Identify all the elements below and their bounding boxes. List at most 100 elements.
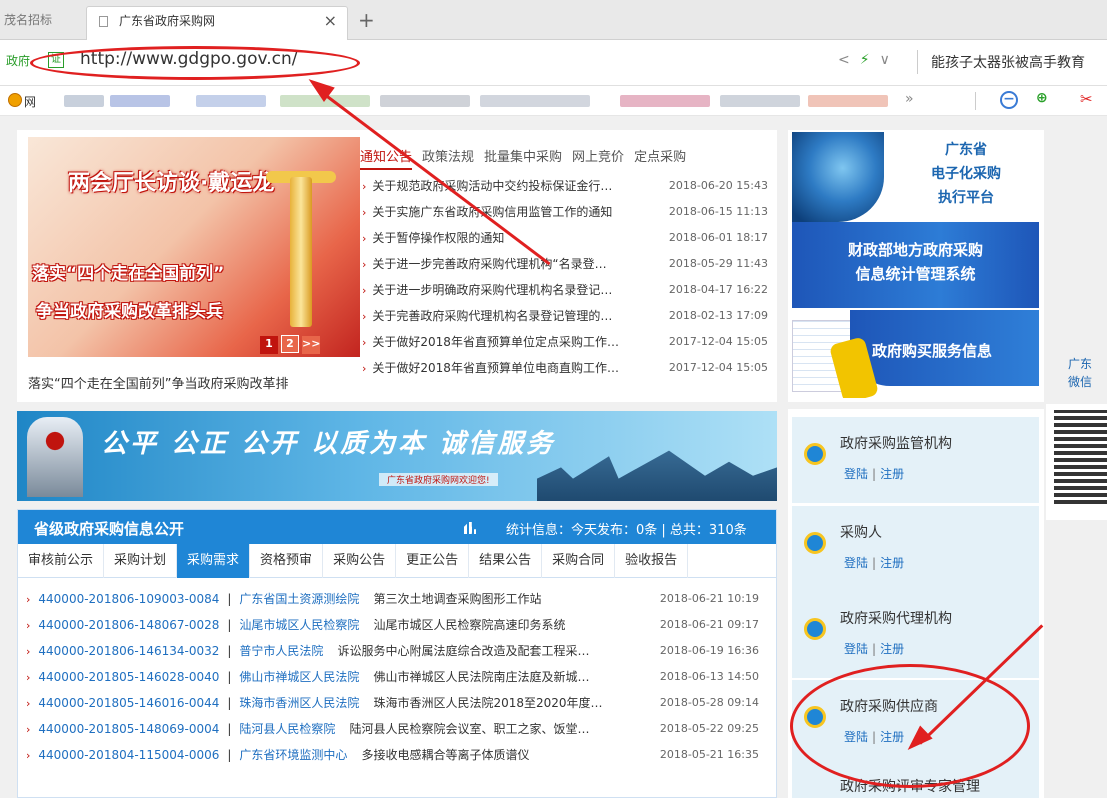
platform-link-statistics[interactable]: 财政部地方政府采购 信息统计管理系统 (792, 222, 1039, 308)
more-bookmarks-icon[interactable]: » (905, 91, 914, 107)
pager-button-1[interactable]: 1 (260, 336, 278, 354)
purchasing-unit[interactable]: 普宁市人民法院 (239, 644, 323, 658)
news-date: 2018-06-15 11:13 (668, 205, 768, 218)
news-title[interactable]: 关于进一步明确政府采购代理机构名录登记… (372, 277, 644, 303)
register-link[interactable]: 注册 (880, 556, 904, 570)
project-code[interactable]: 440000-201804-115004-0006 (38, 748, 219, 762)
tab-announcement[interactable]: 采购公告 (323, 544, 397, 578)
chevron-right-icon: › (362, 180, 367, 193)
tab-online-bidding[interactable]: 网上竞价 (572, 146, 624, 165)
share-icon[interactable]: < (838, 52, 860, 68)
lightning-icon[interactable]: ⚡ (860, 52, 880, 68)
blurred-bookmark[interactable] (480, 95, 590, 107)
purchasing-unit[interactable]: 陆河县人民检察院 (239, 722, 335, 736)
project-title[interactable]: 第三次土地调查采购图形工作站 (373, 592, 541, 606)
tab-demand[interactable]: 采购需求 (177, 544, 251, 578)
blurred-bookmark[interactable] (110, 95, 170, 107)
tab-notices[interactable]: 通知公告 (360, 146, 413, 170)
tab-current[interactable]: 广东省政府采购网 × (86, 6, 348, 40)
blurred-bookmark[interactable] (380, 95, 470, 107)
blurred-bookmark[interactable] (64, 95, 104, 107)
list-item[interactable]: › 440000-201805-146028-0040 | 佛山市禅城区人民法院 佛山市… (26, 664, 771, 690)
tab-correction[interactable]: 更正公告 (396, 544, 470, 578)
project-title[interactable]: 汕尾市城区人民检察院高速印务系统 (373, 618, 565, 632)
login-link[interactable]: 登陆 (844, 556, 868, 570)
tab-previous[interactable]: 茂名招标 (0, 6, 86, 40)
purchasing-unit[interactable]: 佛山市禅城区人民法院 (239, 670, 359, 684)
list-item[interactable]: › 关于规范政府采购活动中交约投标保证金行… 2018-06-20 15:43 (362, 173, 772, 199)
blurred-bookmark[interactable] (720, 95, 800, 107)
pager-button-2[interactable]: 2 (281, 335, 299, 353)
tab-bulk-purchase[interactable]: 批量集中采购 (484, 146, 562, 165)
chevron-right-icon: › (26, 645, 31, 658)
news-title[interactable]: 关于规范政府采购活动中交约投标保证金行… (372, 173, 644, 199)
login-link[interactable]: 登陆 (844, 467, 868, 481)
platform-link-service-purchase[interactable]: 政府购买服务信息 (792, 310, 1039, 398)
purchasing-unit[interactable]: 汕尾市城区人民检察院 (239, 618, 359, 632)
project-title[interactable]: 诉讼服务中心附属法庭综合改造及配套工程采… (337, 644, 589, 658)
tab-designated-purchase[interactable]: 定点采购 (634, 146, 686, 165)
tab-result[interactable]: 结果公告 (469, 544, 543, 578)
list-item[interactable]: › 关于实施广东省政府采购信用监管工作的通知 2018-06-15 11:13 (362, 199, 772, 225)
blurred-bookmark[interactable] (620, 95, 710, 107)
featured-banner[interactable]: 两会厅长访谈·戴运龙 落实“四个走在全国前列” 争当政府采购改革排头兵 1 2 >> (28, 137, 360, 357)
purchasing-unit[interactable]: 珠海市香洲区人民法院 (239, 696, 359, 710)
project-title[interactable]: 陆河县人民检察院会议室、职工之家、饭堂… (349, 722, 589, 736)
list-item[interactable]: › 关于暂停操作权限的通知 2018-06-01 18:17 (362, 225, 772, 251)
purchasing-unit[interactable]: 广东省国土资源测绘院 (239, 592, 359, 606)
news-title[interactable]: 关于做好2018年省直预算单位电商直购工作… (372, 355, 644, 381)
tab-plan[interactable]: 采购计划 (104, 544, 178, 578)
project-code[interactable]: 440000-201805-148069-0004 (38, 722, 219, 736)
news-title[interactable]: 关于完善政府采购代理机构名录登记管理的… (372, 303, 644, 329)
login-link[interactable]: 登陆 (844, 642, 868, 656)
tab-contract[interactable]: 采购合同 (542, 544, 616, 578)
tab-prequalification[interactable]: 资格预审 (250, 544, 324, 578)
project-code[interactable]: 440000-201806-109003-0084 (38, 592, 219, 606)
address-bar[interactable]: 政府 证 http://www.gdgpo.gov.cn/ <⚡∨ 能孩子太器张… (0, 40, 1107, 86)
platform-link-e-procurement[interactable]: 广东省 电子化采购 执行平台 (792, 132, 1039, 222)
news-date: 2018-05-29 11:43 (668, 257, 768, 270)
tab-pre-review[interactable]: 审核前公示 (18, 544, 105, 578)
news-title[interactable]: 关于进一步完善政府采购代理机构“名录登… (372, 251, 644, 277)
project-title[interactable]: 多接收电感耦合等离子体质谱仪 (361, 748, 529, 762)
list-item[interactable]: › 关于做好2018年省直预算单位定点采购工作… 2017-12-04 15:05 (362, 329, 772, 355)
project-code[interactable]: 440000-201806-146134-0032 (38, 644, 219, 658)
news-title[interactable]: 关于暂停操作权限的通知 (372, 225, 644, 251)
list-item[interactable]: › 440000-201806-109003-0084 | 广东省国土资源测绘院 第三次… (26, 586, 771, 612)
list-item[interactable]: › 关于进一步完善政府采购代理机构“名录登… 2018-05-29 11:43 (362, 251, 772, 277)
publish-date: 2018-06-13 14:50 (653, 664, 759, 690)
register-link[interactable]: 注册 (880, 642, 904, 656)
project-title[interactable]: 珠海市香洲区人民法院2018至2020年度… (373, 696, 602, 710)
extension-icon[interactable]: ⊕ (1036, 90, 1048, 106)
project-title[interactable]: 佛山市禅城区人民法院南庄法庭及新城… (373, 670, 589, 684)
list-item[interactable]: › 关于完善政府采购代理机构名录登记管理的… 2018-02-13 17:09 (362, 303, 772, 329)
bookmark-label[interactable]: 网 (24, 93, 36, 110)
browser-tab-bar: 茂名招标 广东省政府采购网 × + (0, 0, 1107, 40)
list-item[interactable]: › 关于做好2018年省直预算单位电商直购工作… 2017-12-04 15:05 (362, 355, 772, 381)
purchasing-unit[interactable]: 广东省环境监测中心 (239, 748, 347, 762)
blurred-bookmark[interactable] (808, 95, 888, 107)
blurred-bookmark[interactable] (196, 95, 266, 107)
project-code[interactable]: 440000-201806-148067-0028 (38, 618, 219, 632)
list-item[interactable]: › 440000-201806-148067-0028 | 汕尾市城区人民检察院 汕尾市… (26, 612, 771, 638)
new-tab-icon[interactable]: + (358, 6, 375, 34)
banner-caption[interactable]: 落实“四个走在全国前列”争当政府采购改革排 (28, 373, 360, 392)
list-item[interactable]: › 关于进一步明确政府采购代理机构名录登记… 2018-04-17 16:22 (362, 277, 772, 303)
list-item[interactable]: › 440000-201805-146016-0044 | 珠海市香洲区人民法院 珠海市… (26, 690, 771, 716)
news-title[interactable]: 关于做好2018年省直预算单位定点采购工作… (372, 329, 644, 355)
scissors-icon[interactable]: ✂ (1080, 90, 1093, 108)
minus-circle-icon[interactable]: − (1000, 91, 1018, 109)
search-suggestion[interactable]: 能孩子太器张被高手教育 (931, 52, 1085, 72)
list-item[interactable]: › 440000-201805-148069-0004 | 陆河县人民检察院 陆河县人民… (26, 716, 771, 742)
tab-acceptance[interactable]: 验收报告 (615, 544, 689, 578)
project-code[interactable]: 440000-201805-146016-0044 (38, 696, 219, 710)
list-item[interactable]: › 440000-201806-146134-0032 | 普宁市人民法院 诉讼服务中心… (26, 638, 771, 664)
pager-next-button[interactable]: >> (302, 336, 320, 354)
close-icon[interactable]: × (324, 7, 337, 35)
chevron-down-icon[interactable]: ∨ (880, 52, 900, 68)
register-link[interactable]: 注册 (880, 467, 904, 481)
news-title[interactable]: 关于实施广东省政府采购信用监管工作的通知 (372, 199, 644, 225)
project-code[interactable]: 440000-201805-146028-0040 (38, 670, 219, 684)
tab-policies[interactable]: 政策法规 (422, 146, 474, 165)
list-item[interactable]: › 440000-201804-115004-0006 | 广东省环境监测中心 多接收电… (26, 742, 771, 768)
